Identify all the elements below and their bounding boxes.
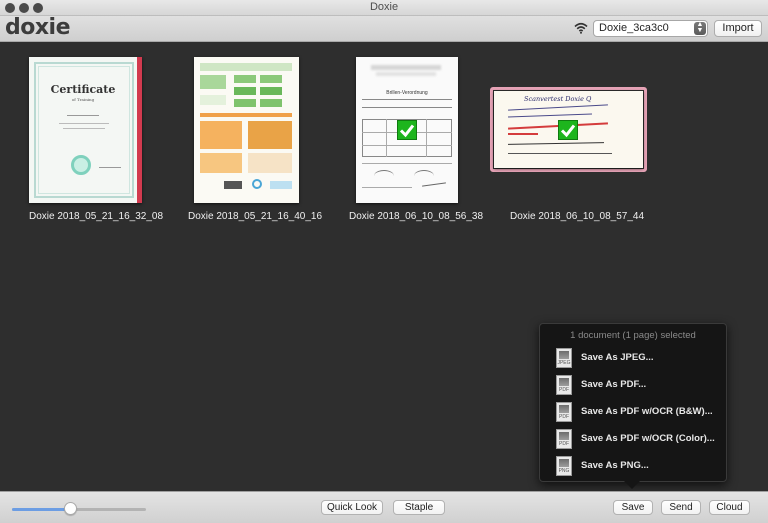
document-thumbnail[interactable]: Certificate of Training [29, 57, 142, 203]
save-as-pdf-ocr-color-item[interactable]: PDF Save As PDF w/OCR (Color)... [556, 429, 722, 451]
file-type-tag: PDF [559, 387, 569, 393]
pdf-file-icon: PDF [556, 375, 572, 395]
cloud-button[interactable]: Cloud [709, 500, 750, 515]
certificate-subheading: of Training [71, 97, 95, 102]
doxie-logo: doxie [5, 15, 71, 40]
save-as-png-item[interactable]: PNG Save As PNG... [556, 456, 722, 478]
document-name: Doxie 2018_05_21_16_40_16 [188, 211, 323, 222]
zoom-slider-fill [12, 508, 70, 511]
file-type-tag: JPEG [557, 360, 571, 366]
quick-look-button[interactable]: Quick Look [321, 500, 383, 515]
send-button[interactable]: Send [661, 500, 701, 515]
import-button[interactable]: Import [714, 20, 762, 37]
bottom-toolbar: Quick Look Staple Save Send Cloud [0, 491, 768, 523]
checkmark-icon [397, 120, 417, 140]
popup-pointer [624, 481, 640, 489]
document-name: Doxie 2018_06_10_08_57_44 [510, 211, 645, 222]
file-type-tag: PNG [558, 468, 570, 474]
file-type-tag: PDF [559, 414, 569, 420]
document-thumbnail[interactable] [194, 57, 299, 203]
menu-item-label: Save As PNG... [581, 460, 649, 471]
handwritten-heading: Scanvertest Doxie Q [524, 95, 592, 103]
jpeg-file-icon: JPEG [556, 348, 572, 368]
file-type-tag: PDF [559, 441, 569, 447]
title-bar: Doxie [0, 0, 768, 16]
zoom-slider-handle[interactable] [64, 502, 77, 515]
pdf-file-icon: PDF [556, 402, 572, 422]
document-name: Doxie 2018_05_21_16_32_08 [29, 211, 164, 222]
certificate-heading: Certificate [50, 83, 116, 96]
document-name: Doxie 2018_06_10_08_56_38 [349, 211, 484, 222]
png-file-icon: PNG [556, 456, 572, 476]
pdf-file-icon: PDF [556, 429, 572, 449]
checkmark-icon [558, 120, 578, 140]
save-as-pdf-ocr-bw-item[interactable]: PDF Save As PDF w/OCR (B&W)... [556, 402, 722, 424]
save-button[interactable]: Save [613, 500, 653, 515]
selection-summary: 1 document (1 page) selected [570, 330, 696, 341]
device-select-value: Doxie_3ca3c0 [599, 22, 669, 34]
menu-item-label: Save As JPEG... [581, 352, 654, 363]
save-as-pdf-item[interactable]: PDF Save As PDF... [556, 375, 722, 397]
device-select[interactable]: Doxie_3ca3c0 ▲ ▼ [593, 20, 708, 37]
up-down-chevron-icon: ▲ ▼ [694, 21, 706, 35]
window-title: Doxie [369, 1, 399, 13]
staple-button[interactable]: Staple [393, 500, 445, 515]
toolbar: doxie Doxie_3ca3c0 ▲ ▼ Import [0, 16, 768, 42]
menu-item-label: Save As PDF... [581, 379, 647, 390]
doxie-window: Doxie doxie Doxie_3ca3c0 ▲ ▼ Import Certi… [0, 0, 768, 523]
save-as-jpeg-item[interactable]: JPEG Save As JPEG... [556, 348, 722, 370]
menu-item-label: Save As PDF w/OCR (B&W)... [581, 406, 713, 417]
save-options-popup: 1 document (1 page) selected JPEG Save A… [539, 323, 727, 482]
prescription-heading: Brillen-Verordnung [386, 90, 428, 96]
wifi-icon [574, 22, 588, 34]
menu-item-label: Save As PDF w/OCR (Color)... [581, 433, 715, 444]
